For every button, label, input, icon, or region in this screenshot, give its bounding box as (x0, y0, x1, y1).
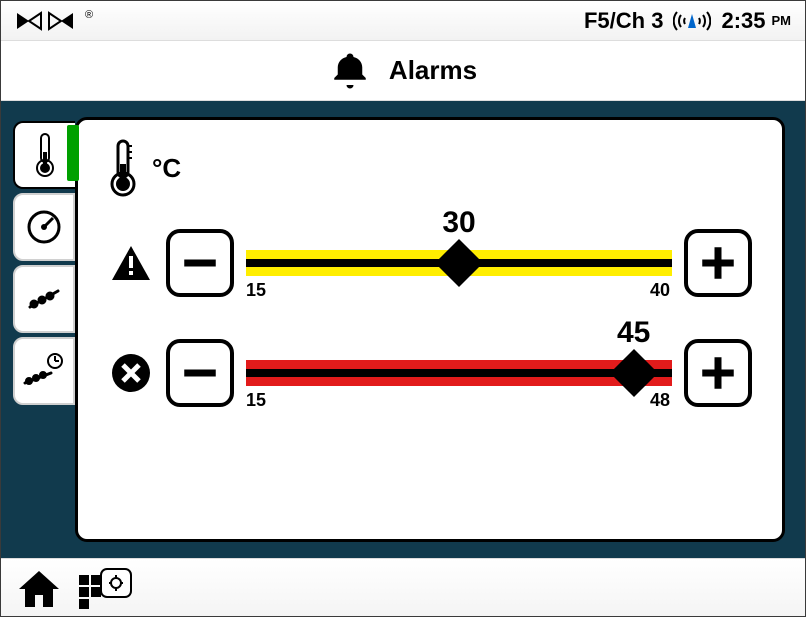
critical-value: 45 (617, 316, 650, 350)
settings-button[interactable] (77, 567, 133, 611)
warning-slider-row: 30 15 40 (108, 228, 752, 298)
bottom-bar (1, 558, 805, 617)
unit-row: °C (108, 138, 752, 198)
alarm-panel: °C (75, 117, 785, 542)
warning-min: 15 (246, 280, 266, 301)
warning-max: 40 (650, 280, 670, 301)
drill-clock-icon (21, 351, 67, 391)
thermometer-icon (108, 138, 138, 198)
critical-slider-row: 45 15 48 (108, 338, 752, 408)
title-bar: Alarms (1, 41, 805, 101)
critical-plus-button[interactable] (684, 339, 752, 407)
clock-time: 2:35 (721, 8, 765, 34)
brand-trademark: ® (85, 9, 93, 21)
warning-slider[interactable]: 30 15 40 (246, 228, 672, 298)
thermometer-icon (32, 132, 58, 178)
warning-plus-button[interactable] (684, 229, 752, 297)
side-tabs (13, 121, 81, 405)
home-button[interactable] (15, 567, 63, 611)
warning-icon (110, 244, 152, 282)
warning-minus-button[interactable] (166, 229, 234, 297)
critical-min: 15 (246, 390, 266, 411)
drill-icon (22, 281, 66, 317)
bell-icon (329, 50, 371, 92)
tab-temperature[interactable] (13, 121, 75, 189)
clock-ampm: PM (772, 13, 792, 28)
critical-slider[interactable]: 45 15 48 (246, 338, 672, 408)
gauge-icon (24, 207, 64, 247)
critical-max: 48 (650, 390, 670, 411)
tab-pressure[interactable] (13, 193, 75, 261)
unit-label: °C (152, 153, 181, 184)
warning-value: 30 (442, 206, 475, 240)
page-title: Alarms (389, 55, 477, 86)
tab-drill-time[interactable] (13, 337, 75, 405)
tab-drill-speed[interactable] (13, 265, 75, 333)
channel-indicator: F5/Ch 3 (584, 8, 663, 34)
status-bar: ® F5/Ch 3 2:35 PM (1, 1, 805, 41)
signal-icon (673, 8, 711, 34)
critical-minus-button[interactable] (166, 339, 234, 407)
critical-icon (110, 352, 152, 394)
brand-logo: ® (15, 11, 93, 31)
main-area: °C (1, 101, 805, 558)
